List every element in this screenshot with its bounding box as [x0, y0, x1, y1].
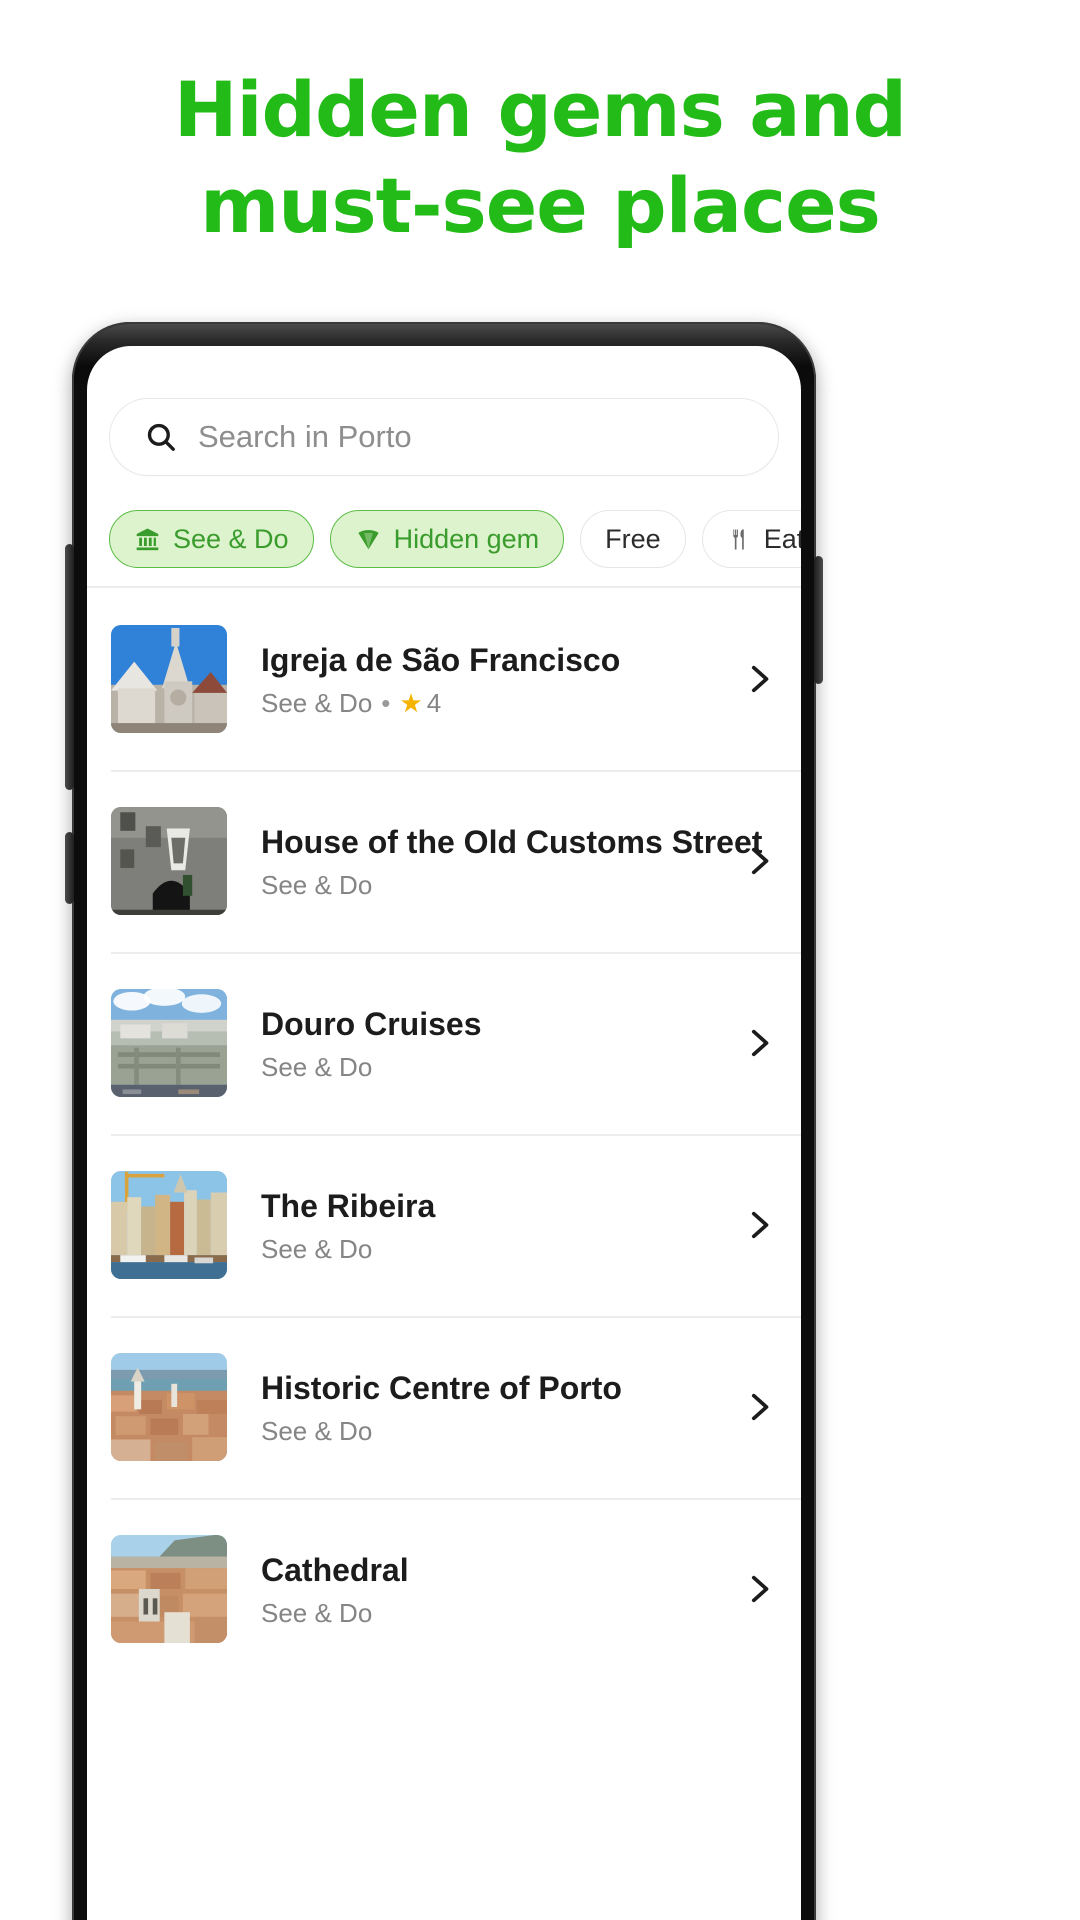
place-text: Douro Cruises See & Do — [261, 1004, 727, 1083]
list-item[interactable]: The Ribeira See & Do — [87, 1134, 801, 1316]
filter-chip-free[interactable]: Free — [580, 510, 686, 568]
page-title: Hidden gems and must-see places — [0, 62, 1080, 254]
filter-chip-label: Free — [605, 523, 661, 554]
place-thumbnail — [111, 989, 227, 1097]
place-title: Historic Centre of Porto — [261, 1369, 622, 1406]
place-thumbnail — [111, 1171, 227, 1279]
gem-icon — [355, 526, 382, 553]
separator-dot: • — [381, 687, 391, 718]
phone-screen: Search in Porto See & Do Hidden gem Free… — [87, 346, 801, 1920]
filter-chip-label: See & Do — [173, 523, 289, 554]
place-subtitle: See & Do — [261, 1233, 727, 1265]
place-subtitle: See & Do — [261, 1051, 727, 1083]
chevron-right-icon[interactable] — [741, 1026, 775, 1060]
list-item[interactable]: Douro Cruises See & Do — [87, 952, 801, 1134]
list-item[interactable]: House of the Old Customs Street See & Do — [87, 770, 801, 952]
place-list: Igreja de São Francisco See & Do • ★ 4 H… — [87, 588, 801, 1920]
place-title: Igreja de São Francisco — [261, 641, 621, 678]
place-category: See & Do — [261, 687, 373, 718]
chevron-right-icon[interactable] — [741, 1572, 775, 1606]
place-title: Douro Cruises — [261, 1005, 482, 1042]
filter-chip-label: Eat — [763, 523, 801, 554]
place-subtitle: See & Do — [261, 1597, 727, 1629]
place-category: See & Do — [261, 1233, 373, 1264]
place-title: House of the Old Customs Street — [261, 823, 763, 860]
power-button[interactable] — [814, 556, 823, 684]
place-thumbnail — [111, 1535, 227, 1643]
place-thumbnail — [111, 807, 227, 915]
place-subtitle: See & Do — [261, 869, 727, 901]
filter-chip-eat[interactable]: Eat — [701, 510, 801, 568]
filter-chip-see-and-do[interactable]: See & Do — [109, 510, 314, 568]
promo-screenshot: Hidden gems and must-see places Search i… — [0, 0, 1080, 1920]
place-subtitle: See & Do — [261, 1415, 727, 1447]
chevron-right-icon[interactable] — [741, 844, 775, 878]
place-text: House of the Old Customs Street See & Do — [261, 822, 763, 901]
headline-line-2: must-see places — [200, 161, 881, 250]
place-text: Cathedral See & Do — [261, 1550, 727, 1629]
search-placeholder: Search in Porto — [198, 419, 412, 454]
headline-line-1: Hidden gems and — [173, 65, 907, 154]
filter-chip-row[interactable]: See & Do Hidden gem Free Eat — [87, 501, 801, 577]
list-item[interactable]: Cathedral See & Do — [87, 1498, 801, 1680]
museum-icon — [134, 526, 161, 553]
place-text: Igreja de São Francisco See & Do • ★ 4 — [261, 640, 727, 719]
place-subtitle: See & Do • ★ 4 — [261, 687, 727, 719]
filter-chip-label: Hidden gem — [393, 523, 540, 554]
cutlery-icon — [727, 527, 752, 552]
search-input[interactable]: Search in Porto — [109, 398, 779, 476]
place-thumbnail — [111, 1353, 227, 1461]
place-category: See & Do — [261, 1051, 373, 1082]
place-category: See & Do — [261, 1597, 373, 1628]
list-item[interactable]: Historic Centre of Porto See & Do — [87, 1316, 801, 1498]
place-category: See & Do — [261, 869, 373, 900]
volume-up-button[interactable] — [65, 544, 74, 790]
star-icon: ★ — [399, 687, 423, 718]
chevron-right-icon[interactable] — [741, 662, 775, 696]
chevron-right-icon[interactable] — [741, 1208, 775, 1242]
place-category: See & Do — [261, 1415, 373, 1446]
volume-down-button[interactable] — [65, 832, 74, 904]
place-text: Historic Centre of Porto See & Do — [261, 1368, 727, 1447]
place-rating: 4 — [426, 687, 442, 718]
place-thumbnail — [111, 625, 227, 733]
search-icon — [144, 420, 178, 454]
phone-frame: Search in Porto See & Do Hidden gem Free… — [65, 322, 823, 1920]
place-text: The Ribeira See & Do — [261, 1186, 727, 1265]
place-title: Cathedral — [261, 1551, 409, 1588]
list-item[interactable]: Igreja de São Francisco See & Do • ★ 4 — [87, 588, 801, 770]
status-bar — [87, 346, 801, 362]
chevron-right-icon[interactable] — [741, 1390, 775, 1424]
filter-chip-hidden-gem[interactable]: Hidden gem — [329, 510, 565, 568]
place-title: The Ribeira — [261, 1187, 436, 1224]
